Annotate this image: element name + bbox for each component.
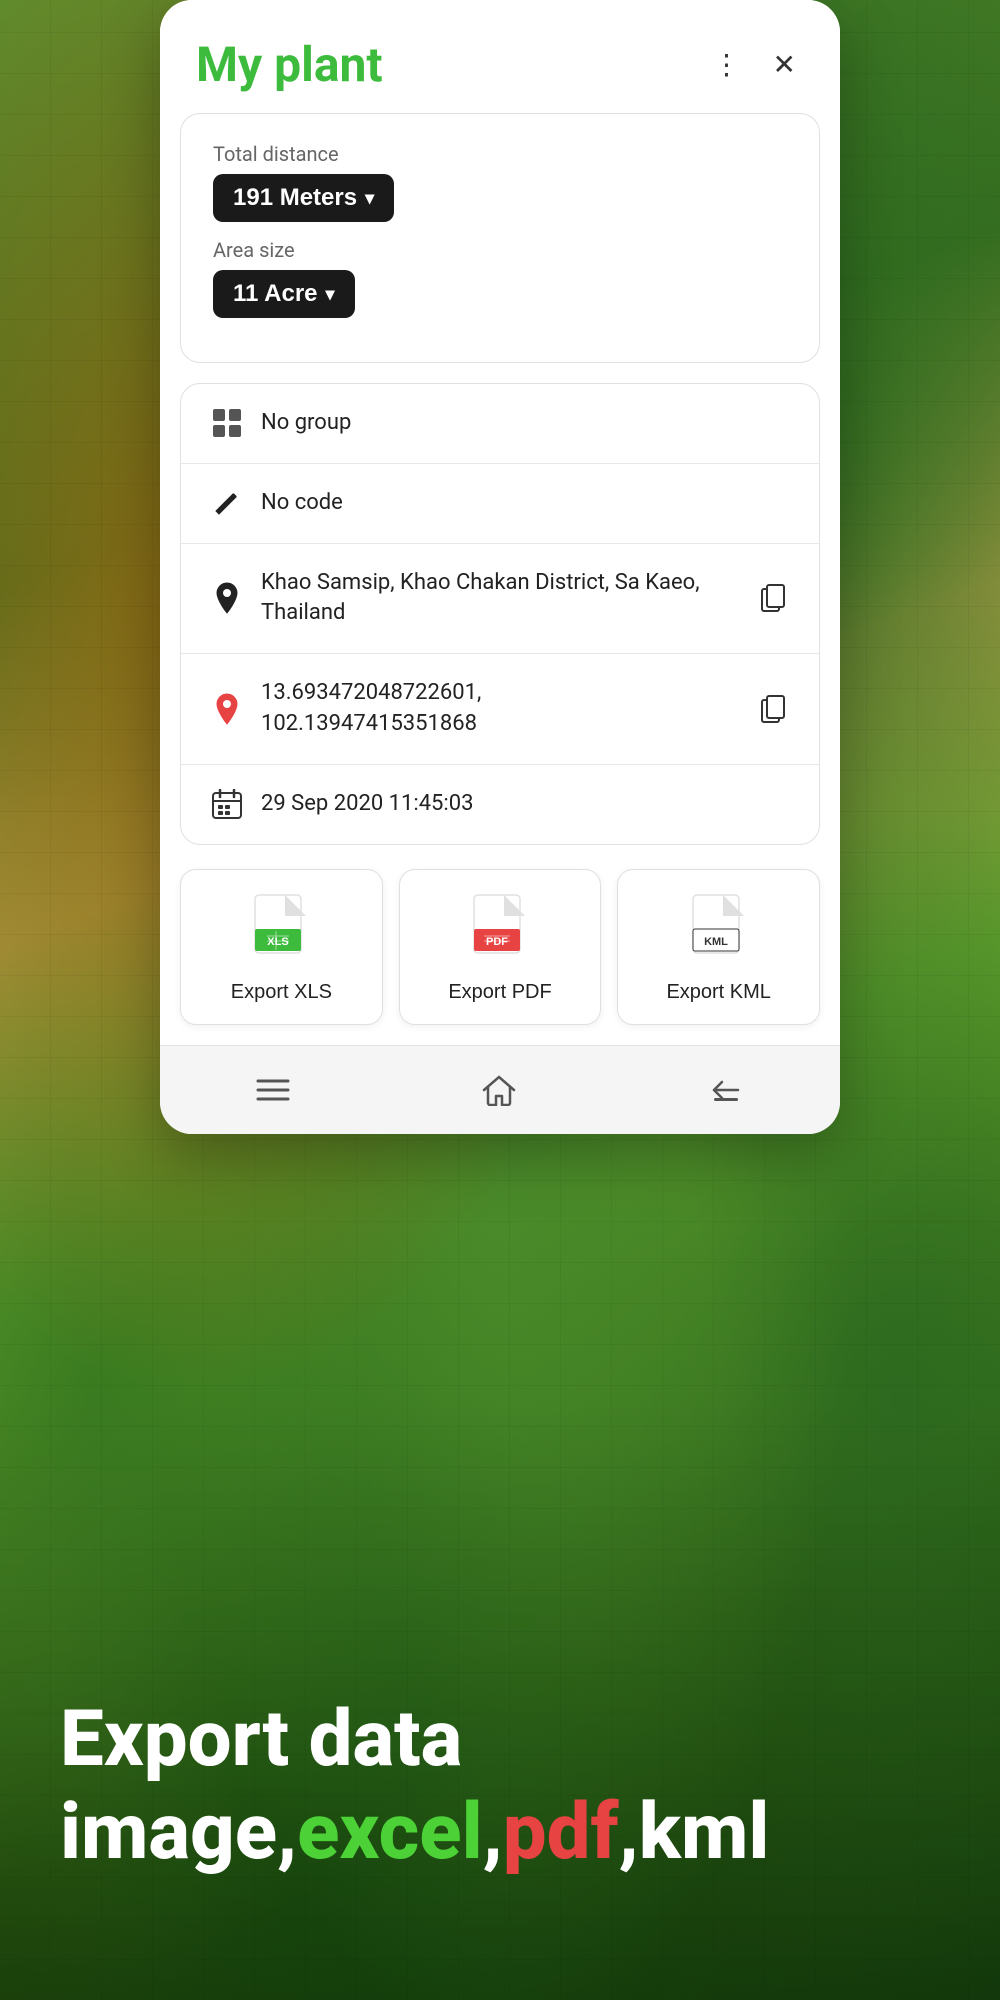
distance-caret-icon: ▾ bbox=[365, 188, 374, 209]
area-size-value: 11 Acre bbox=[233, 280, 318, 308]
copy-location-button[interactable] bbox=[757, 580, 791, 616]
svg-text:PDF: PDF bbox=[486, 936, 508, 948]
more-icon: ⋮ bbox=[713, 48, 741, 81]
code-row: No code bbox=[181, 464, 819, 544]
total-distance-value: 191 Meters bbox=[233, 184, 357, 212]
modal-card: My plant ⋮ ✕ Total distance 191 Meters ▾… bbox=[160, 0, 840, 1134]
area-caret-icon: ▾ bbox=[326, 284, 335, 305]
export-kml-button[interactable]: KML Export KML bbox=[617, 869, 820, 1025]
info-card: No group No code Khao Samsip, Khao Chaka… bbox=[180, 383, 820, 845]
coordinates-row: 13.6934720487226​01,102.13947415351868 bbox=[181, 654, 819, 765]
date-row: 29 Sep 2020 11:45:03 bbox=[181, 765, 819, 844]
svg-text:XLS: XLS bbox=[268, 936, 289, 948]
export-pdf-button[interactable]: PDF Export PDF bbox=[399, 869, 602, 1025]
promo-pdf: pdf bbox=[503, 1787, 619, 1878]
location-row: Khao Samsip, Khao Chakan District, Sa Ka… bbox=[181, 544, 819, 655]
xls-icon: XLS bbox=[251, 894, 311, 967]
location-text: Khao Samsip, Khao Chakan District, Sa Ka… bbox=[261, 568, 741, 630]
code-text: No code bbox=[261, 488, 791, 519]
home-icon bbox=[482, 1074, 516, 1106]
metrics-card: Total distance 191 Meters ▾ Area size 11… bbox=[180, 113, 820, 363]
svg-text:KML: KML bbox=[704, 936, 728, 948]
coordinates-text: 13.6934720487226​01,102.13947415351868 bbox=[261, 678, 741, 740]
promo-image: image, bbox=[60, 1787, 297, 1878]
bottom-nav bbox=[160, 1045, 840, 1134]
back-nav-button[interactable] bbox=[684, 1068, 768, 1112]
promo-line2: image,excel,pdf,kml bbox=[60, 1786, 769, 1880]
copy-coordinates-icon bbox=[761, 695, 787, 723]
header-actions: ⋮ ✕ bbox=[705, 40, 804, 89]
export-pdf-label: Export PDF bbox=[448, 981, 551, 1004]
copy-coordinates-button[interactable] bbox=[757, 691, 791, 727]
area-size-button[interactable]: 11 Acre ▾ bbox=[213, 270, 355, 318]
menu-icon bbox=[256, 1077, 290, 1103]
promo-section: Export data image,excel,pdf,kml bbox=[0, 1400, 1000, 2000]
area-size-label: Area size bbox=[213, 238, 787, 262]
modal-header: My plant ⋮ ✕ bbox=[160, 0, 840, 113]
date-text: 29 Sep 2020 11:45:03 bbox=[261, 789, 791, 820]
coordinates-pin-icon bbox=[209, 693, 245, 725]
modal-title: My plant bbox=[196, 36, 383, 93]
back-icon bbox=[708, 1076, 744, 1104]
kml-icon: KML bbox=[689, 894, 749, 967]
total-distance-label: Total distance bbox=[213, 142, 787, 166]
export-section: XLS Export XLS PDF Export bbox=[180, 865, 820, 1045]
close-icon: ✕ bbox=[773, 48, 796, 81]
promo-text: Export data image,excel,pdf,kml bbox=[60, 1693, 769, 1880]
close-button[interactable]: ✕ bbox=[765, 40, 804, 89]
location-pin-icon bbox=[209, 582, 245, 614]
promo-kml: ,kml bbox=[619, 1787, 770, 1878]
calendar-icon bbox=[209, 789, 245, 819]
pdf-icon: PDF bbox=[470, 894, 530, 967]
home-nav-button[interactable] bbox=[458, 1066, 540, 1114]
export-xls-label: Export XLS bbox=[231, 981, 332, 1004]
export-xls-button[interactable]: XLS Export XLS bbox=[180, 869, 383, 1025]
more-options-button[interactable]: ⋮ bbox=[705, 40, 749, 89]
grid-icon bbox=[209, 408, 245, 438]
copy-location-icon bbox=[761, 584, 787, 612]
group-text: No group bbox=[261, 408, 791, 439]
export-kml-label: Export KML bbox=[666, 981, 770, 1004]
pencil-icon bbox=[209, 489, 245, 517]
promo-comma1: , bbox=[483, 1787, 503, 1878]
promo-line1: Export data bbox=[60, 1693, 769, 1787]
menu-nav-button[interactable] bbox=[232, 1069, 314, 1111]
total-distance-button[interactable]: 191 Meters ▾ bbox=[213, 174, 394, 222]
group-row: No group bbox=[181, 384, 819, 464]
promo-excel: excel bbox=[297, 1787, 482, 1878]
